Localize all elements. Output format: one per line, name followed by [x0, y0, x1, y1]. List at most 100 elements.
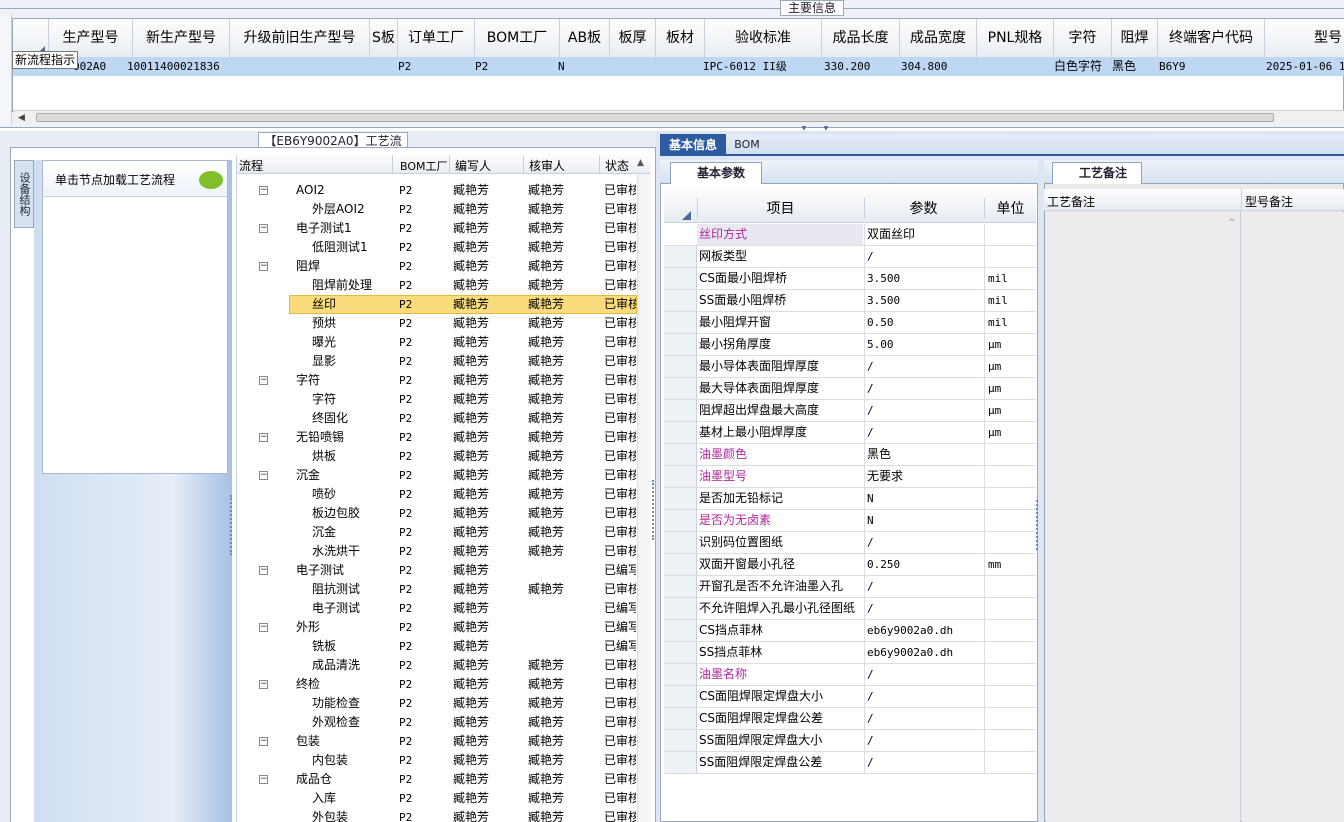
param-value[interactable]: /	[864, 532, 982, 553]
param-value[interactable]: /	[864, 246, 982, 267]
collapse-toggle-icon[interactable]: −	[259, 623, 268, 632]
right-splitter-handle-2[interactable]	[1036, 500, 1042, 550]
tree-step-row[interactable]: 水洗烘干P2臧艳芳臧艳芳已审核	[237, 542, 639, 561]
param-row[interactable]: 双面开窗最小孔径 0.250 mm	[664, 554, 1036, 576]
col-header-thickness[interactable]: 板厚	[610, 19, 656, 57]
param-row[interactable]: CS面最小阻焊桥 3.500 mil	[664, 268, 1036, 290]
tree-col-process[interactable]: 流程	[239, 157, 263, 174]
tree-step-row[interactable]: 预烘P2臧艳芳臧艳芳已审核	[237, 314, 639, 333]
col-header-length[interactable]: 成品长度	[822, 19, 900, 57]
side-tab-equipment[interactable]: 设备结构	[14, 160, 34, 228]
tree-group-row[interactable]: −电子测试P2臧艳芳已编写	[237, 561, 639, 580]
model-remarks-text-area[interactable]	[1242, 212, 1344, 822]
param-value[interactable]: eb6y9002a0.dh	[864, 642, 982, 663]
hint-box[interactable]: 单击节点加载工艺流程	[42, 160, 228, 474]
param-value[interactable]: /	[864, 708, 982, 729]
params-col-param[interactable]: 参数	[864, 198, 982, 218]
scroll-thumb[interactable]	[36, 113, 1274, 122]
right-splitter-handle[interactable]	[652, 480, 658, 540]
param-row[interactable]: 网板类型 /	[664, 246, 1036, 268]
param-value[interactable]: 5.00	[864, 334, 982, 355]
tree-step-row[interactable]: 低阻测试1P2臧艳芳臧艳芳已审核	[237, 238, 639, 257]
param-row[interactable]: SS面阻焊限定焊盘大小 /	[664, 730, 1036, 752]
scroll-up-arrow[interactable]: ▲	[637, 158, 644, 168]
collapse-toggle-icon[interactable]: −	[259, 566, 268, 575]
col-header-new-model[interactable]: 新生产型号	[133, 19, 230, 57]
param-row[interactable]: 最小导体表面阻焊厚度 / μm	[664, 356, 1036, 378]
tree-step-row[interactable]: 阻焊前处理P2臧艳芳臧艳芳已审核	[237, 276, 639, 295]
collapse-toggle-icon[interactable]: −	[259, 471, 268, 480]
param-row[interactable]: SS面阻焊限定焊盘公差 /	[664, 752, 1036, 774]
collapse-toggle-icon[interactable]: −	[259, 186, 268, 195]
tree-step-row[interactable]: 曝光P2臧艳芳臧艳芳已审核	[237, 333, 639, 352]
tree-col-writer[interactable]: 编写人	[455, 157, 491, 174]
collapse-toggle-icon[interactable]: −	[259, 680, 268, 689]
param-row[interactable]: 最小阻焊开窗 0.50 mil	[664, 312, 1036, 334]
tree-step-row[interactable]: 电子测试P2臧艳芳已编写	[237, 599, 639, 618]
tab-process-remarks[interactable]: 工艺备注	[1052, 162, 1142, 184]
param-value[interactable]: 0.250	[864, 554, 982, 575]
param-row[interactable]: 最大导体表面阻焊厚度 / μm	[664, 378, 1036, 400]
param-value[interactable]: /	[864, 598, 982, 619]
param-row[interactable]: 是否为无卤素 N	[664, 510, 1036, 532]
tree-col-reviewer[interactable]: 核审人	[529, 157, 565, 174]
param-row[interactable]: 丝印方式 双面丝印	[664, 224, 1036, 246]
tree-step-row[interactable]: 功能检查P2臧艳芳臧艳芳已审核	[237, 694, 639, 713]
col-header-order-factory[interactable]: 订单工厂	[398, 19, 475, 57]
param-value[interactable]: 0.50	[864, 312, 982, 333]
col-header-standard[interactable]: 验收标准	[705, 19, 822, 57]
collapse-toggle-icon[interactable]: −	[259, 376, 268, 385]
param-value[interactable]: 3.500	[864, 290, 982, 311]
tree-step-row[interactable]: 显影P2臧艳芳臧艳芳已审核	[237, 352, 639, 371]
tree-step-row[interactable]: 沉金P2臧艳芳臧艳芳已审核	[237, 523, 639, 542]
param-row[interactable]: 开窗孔是否不允许油墨入孔 /	[664, 576, 1036, 598]
param-value[interactable]: /	[864, 664, 982, 685]
param-row[interactable]: 最小拐角厚度 5.00 μm	[664, 334, 1036, 356]
left-splitter-handle[interactable]	[230, 495, 234, 555]
tree-step-row[interactable]: 终固化P2臧艳芳臧艳芳已审核	[237, 409, 639, 428]
param-value[interactable]: /	[864, 400, 982, 421]
tree-step-row[interactable]: 丝印P2臧艳芳臧艳芳已审核	[237, 295, 639, 314]
param-row[interactable]: 油墨型号 无要求	[664, 466, 1036, 488]
tree-group-row[interactable]: −成品仓P2臧艳芳臧艳芳已审核	[237, 770, 639, 789]
remarks-text-area[interactable]	[1046, 212, 1241, 822]
col-header-old-model[interactable]: 升级前旧生产型号	[230, 19, 370, 57]
param-row[interactable]: CS面阻焊限定焊盘大小 /	[664, 686, 1036, 708]
remarks-col-model[interactable]: 型号备注	[1245, 193, 1293, 210]
tab-basic-info[interactable]: 基本信息	[660, 134, 726, 156]
param-value[interactable]: 无要求	[864, 466, 982, 487]
tree-step-row[interactable]: 板边包胶P2臧艳芳臧艳芳已审核	[237, 504, 639, 523]
tab-bom[interactable]: BOM	[730, 134, 764, 156]
col-header-bom-factory[interactable]: BOM工厂	[475, 19, 560, 57]
param-row[interactable]: 识别码位置图纸 /	[664, 532, 1036, 554]
param-row[interactable]: 油墨名称 /	[664, 664, 1036, 686]
tree-step-row[interactable]: 入库P2臧艳芳臧艳芳已审核	[237, 789, 639, 808]
tree-step-row[interactable]: 字符P2臧艳芳臧艳芳已审核	[237, 390, 639, 409]
tree-step-row[interactable]: 外层AOI2P2臧艳芳臧艳芳已审核	[237, 200, 639, 219]
param-value[interactable]: 3.500	[864, 268, 982, 289]
col-header-s-board[interactable]: S板	[370, 19, 398, 57]
param-value[interactable]: /	[864, 576, 982, 597]
params-col-item[interactable]: 项目	[697, 198, 863, 218]
tree-group-row[interactable]: −终检P2臧艳芳臧艳芳已审核	[237, 675, 639, 694]
tree-group-row[interactable]: −无铅喷锡P2臧艳芳臧艳芳已审核	[237, 428, 639, 447]
tab-basic-params[interactable]: 基本参数	[670, 162, 762, 184]
param-row[interactable]: CS挡点菲林 eb6y9002a0.dh	[664, 620, 1036, 642]
col-header-material[interactable]: 板材	[656, 19, 705, 57]
param-row[interactable]: SS面最小阻焊桥 3.500 mil	[664, 290, 1036, 312]
param-value[interactable]: /	[864, 730, 982, 751]
main-grid-hscrollbar[interactable]: ◀	[14, 110, 1344, 124]
param-value[interactable]: /	[864, 356, 982, 377]
tree-step-row[interactable]: 内包装P2臧艳芳臧艳芳已审核	[237, 751, 639, 770]
tree-step-row[interactable]: 成品清洗P2臧艳芳臧艳芳已审核	[237, 656, 639, 675]
main-grid[interactable]: 生产型号 新生产型号 升级前旧生产型号 S板 订单工厂 BOM工厂 AB板 板厚…	[12, 18, 1344, 112]
process-tree-grid[interactable]: 流程 BOM工厂 编写人 核审人 状态 ▲ −AOI2P2臧艳芳臧艳芳已审核外层…	[236, 155, 650, 822]
tree-group-row[interactable]: −AOI2P2臧艳芳臧艳芳已审核	[237, 181, 639, 200]
param-value[interactable]: /	[864, 378, 982, 399]
tree-group-row[interactable]: −阻焊P2臧艳芳臧艳芳已审核	[237, 257, 639, 276]
col-header-ab-board[interactable]: AB板	[560, 19, 610, 57]
tree-step-row[interactable]: 铣板P2臧艳芳已编写	[237, 637, 639, 656]
scroll-left-arrow[interactable]: ◀	[18, 113, 25, 123]
col-header-pnl[interactable]: PNL规格	[977, 19, 1054, 57]
param-value[interactable]: N	[864, 510, 982, 531]
